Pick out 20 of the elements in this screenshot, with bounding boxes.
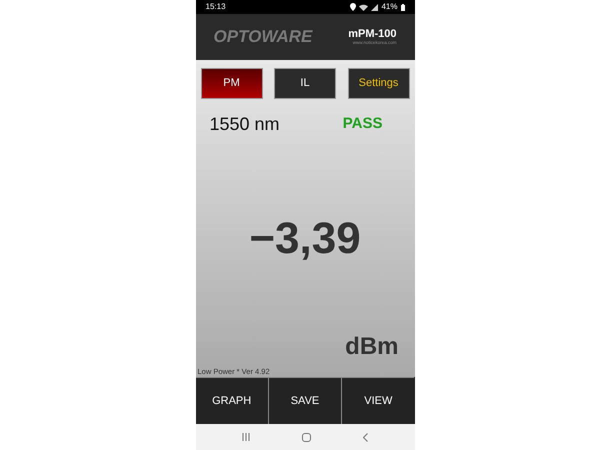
status-time: 15:13 bbox=[206, 1, 226, 13]
location-icon bbox=[350, 3, 356, 11]
battery-icon bbox=[400, 4, 404, 10]
wavelength-text: 1550 nm bbox=[210, 113, 280, 136]
mode-tab[interactable]: IL bbox=[274, 68, 336, 99]
model-name: mPM-100 bbox=[348, 28, 396, 40]
settings-button[interactable]: Settings bbox=[348, 68, 410, 99]
battery-percent: 41% bbox=[381, 1, 398, 13]
unit-text: dBm bbox=[345, 332, 398, 362]
action-button[interactable]: VIEW bbox=[341, 377, 414, 424]
result-text: PASS bbox=[342, 114, 382, 134]
brand-logo: OPTOWARE bbox=[214, 26, 312, 48]
back-icon[interactable] bbox=[363, 432, 368, 442]
mode-tab[interactable]: PM bbox=[200, 68, 262, 99]
recent-apps-icon[interactable] bbox=[242, 433, 250, 441]
home-icon[interactable] bbox=[302, 432, 311, 442]
action-button[interactable]: SAVE bbox=[268, 377, 342, 424]
signal-icon bbox=[371, 4, 378, 10]
power-reading: −3,39 bbox=[249, 212, 361, 264]
wifi-icon bbox=[359, 4, 368, 10]
